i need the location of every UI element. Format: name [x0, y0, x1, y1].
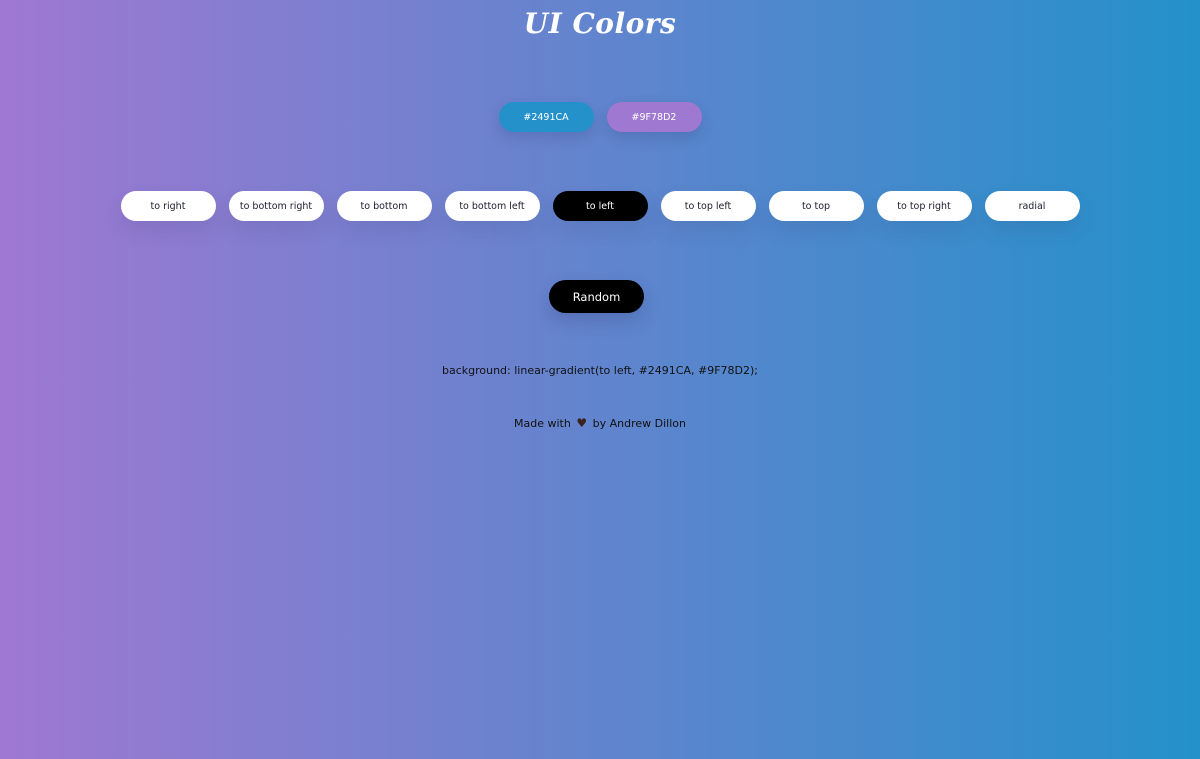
color-1-button[interactable]: #2491CA	[498, 102, 594, 132]
direction-to-top-right-button[interactable]: to top right	[876, 191, 972, 221]
heart-icon: ♥	[576, 416, 588, 430]
color-2-button[interactable]: #9F78D2	[606, 102, 702, 132]
direction-to-bottom-right-button[interactable]: to bottom right	[228, 191, 324, 221]
direction-to-bottom-left-button[interactable]: to bottom left	[444, 191, 540, 221]
direction-to-top-button[interactable]: to top	[768, 191, 864, 221]
direction-radial-button[interactable]: radial	[984, 191, 1080, 221]
direction-to-right-button[interactable]: to right	[120, 191, 216, 221]
direction-to-bottom-button[interactable]: to bottom	[336, 191, 432, 221]
credit-author: by Andrew Dillon	[592, 417, 686, 430]
direction-to-top-left-button[interactable]: to top left	[660, 191, 756, 221]
page-title: UI Colors	[523, 7, 677, 40]
css-output-text: background: linear-gradient(to left, #24…	[441, 364, 759, 377]
direction-buttons: to right to bottom right to bottom to bo…	[0, 191, 1200, 221]
credit-prefix: Made with	[514, 417, 571, 430]
credit-line: Made with ♥ by Andrew Dillon	[0, 416, 1200, 430]
random-button[interactable]: Random	[549, 280, 644, 313]
direction-to-left-button[interactable]: to left	[552, 191, 648, 221]
color-swatches: #2491CA #9F78D2	[0, 102, 1200, 132]
